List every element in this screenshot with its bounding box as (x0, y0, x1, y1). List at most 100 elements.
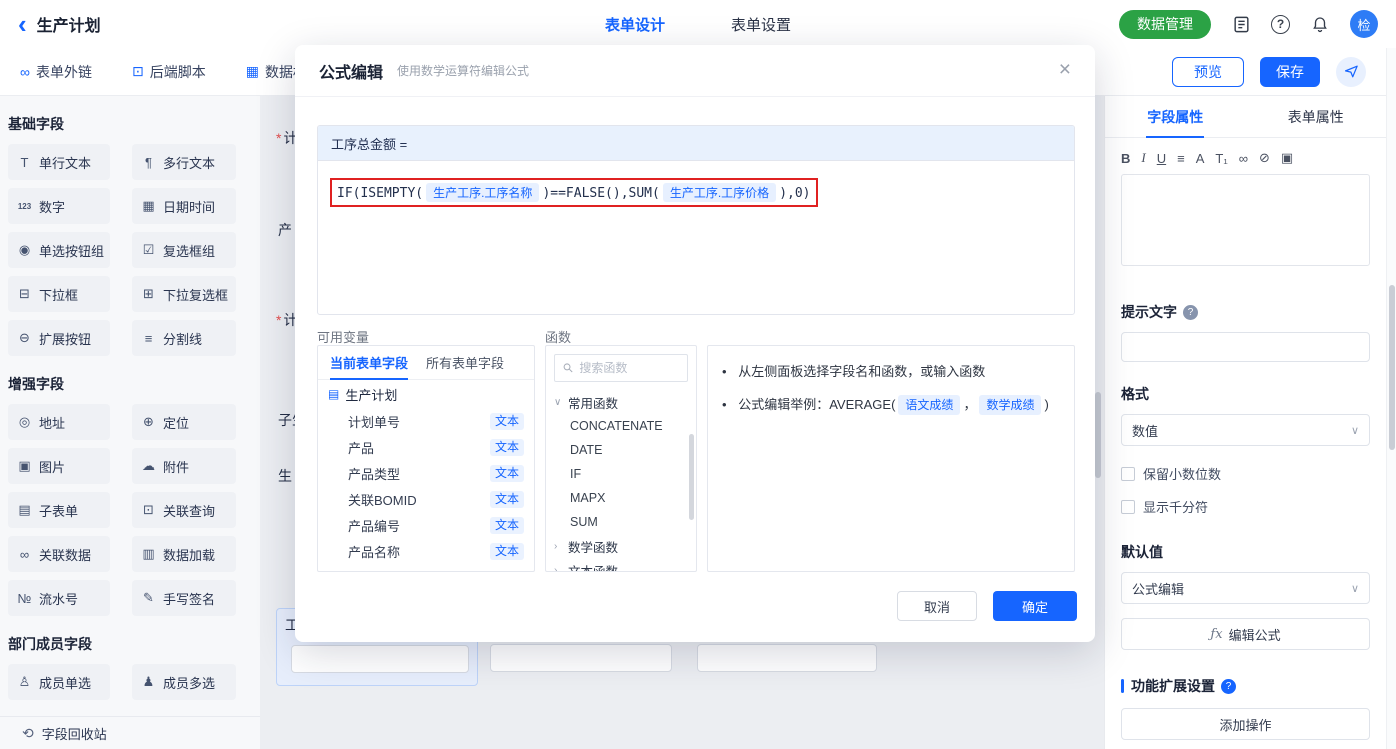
function-search (554, 354, 688, 382)
tab-field-properties[interactable]: 字段属性 (1105, 96, 1246, 137)
formula-input-area[interactable]: IF(ISEMPTY(生产工序.工序名称)==FALSE(),SUM(生产工序.… (318, 161, 1074, 224)
field-member-single[interactable]: ♙ 成员单选 (8, 664, 110, 700)
field-multi-text[interactable]: ¶ 多行文本 (132, 144, 236, 180)
field-checkbox-group[interactable]: ☑ 复选框组 (132, 232, 236, 268)
field-input[interactable] (291, 645, 469, 673)
preview-button[interactable]: 预览 (1172, 56, 1244, 87)
format-select[interactable]: 数值 ∨ (1121, 414, 1370, 446)
thousand-checkbox[interactable] (1121, 499, 1135, 514)
document-icon[interactable] (1231, 14, 1251, 34)
notification-bell-icon[interactable] (1310, 14, 1330, 34)
field-dropdown[interactable]: ⊟ 下拉框 (8, 276, 110, 312)
tab-all-form-fields[interactable]: 所有表单字段 (426, 346, 504, 379)
font-size-icon[interactable]: T₁ (1215, 151, 1227, 166)
variable-row[interactable]: 产品 文本 (318, 434, 534, 460)
share-button[interactable] (1336, 56, 1366, 87)
field-extend-button[interactable]: ⊖ 扩展按钮 (8, 320, 110, 356)
toolbar-left: ∞ 表单外链 ⊡ 后端脚本 ▦ 数据权限 (0, 62, 321, 82)
variable-row[interactable]: 关联BOMID 文本 (318, 486, 534, 512)
italic-icon[interactable]: I (1141, 150, 1145, 166)
tab-form-design[interactable]: 表单设计 (605, 14, 665, 35)
link-icon[interactable]: ∞ (1239, 151, 1248, 166)
thousand-separator-option[interactable]: 显示千分符 (1121, 497, 1370, 516)
function-search-input[interactable] (579, 361, 679, 375)
field-dropdown-multi[interactable]: ⊞ 下拉复选框 (132, 276, 236, 312)
backend-script-button[interactable]: ⊡ 后端脚本 (132, 62, 206, 82)
avatar[interactable]: 检 (1350, 10, 1378, 38)
edit-formula-button[interactable]: ƒx 编辑公式 (1121, 618, 1370, 650)
page-scrollbar-thumb[interactable] (1389, 285, 1395, 450)
hint-text-label: 提示文字 ? (1121, 302, 1370, 322)
group-text-functions[interactable]: › 文本函数 (546, 558, 696, 572)
bullet-icon: • (722, 364, 727, 379)
tab-form-properties[interactable]: 表单属性 (1246, 96, 1387, 137)
formula-code: IF(ISEMPTY( (337, 186, 424, 201)
field-recycle-bin[interactable]: ⟲ 字段回收站 (0, 716, 260, 749)
underline-icon[interactable]: U (1157, 151, 1166, 166)
group-common-functions[interactable]: ∨ 常用函数 (546, 390, 696, 414)
hint-help-icon[interactable]: ? (1183, 304, 1198, 320)
field-data-load[interactable]: ▥ 数据加载 (132, 536, 236, 572)
form-external-link-button[interactable]: ∞ 表单外链 (20, 62, 92, 82)
chevron-down-icon: ∨ (1350, 582, 1359, 595)
back-icon[interactable]: ‹ (18, 11, 27, 37)
field-label: 复选框组 (163, 243, 216, 259)
field-input[interactable] (490, 644, 672, 672)
field-member-multi[interactable]: ♟ 成员多选 (132, 664, 236, 700)
function-item-concatenate[interactable]: CONCATENATE (546, 414, 696, 438)
field-serial-number[interactable]: № 流水号 (8, 580, 110, 616)
field-location[interactable]: ⊕ 定位 (132, 404, 236, 440)
list-icon[interactable]: ≡ (1177, 151, 1185, 166)
function-item-if[interactable]: IF (546, 462, 696, 486)
function-item-mapx[interactable]: MAPX (546, 486, 696, 510)
field-address[interactable]: ◎ 地址 (8, 404, 110, 440)
variable-row[interactable]: 产品类型 文本 (318, 460, 534, 486)
field-title-editor[interactable] (1121, 174, 1370, 266)
close-icon[interactable]: × (1059, 59, 1071, 80)
recycle-bin-icon: ⟲ (22, 724, 34, 741)
field-attachment[interactable]: ☁ 附件 (132, 448, 236, 484)
variable-row[interactable]: 计划单号 文本 (318, 408, 534, 434)
variable-name: 关联BOMID (348, 492, 417, 508)
field-datetime[interactable]: ▦ 日期时间 (132, 188, 236, 224)
field-related-data[interactable]: ∞ 关联数据 (8, 536, 110, 572)
field-related-query[interactable]: ⊡ 关联查询 (132, 492, 236, 528)
keep-decimal-option[interactable]: 保留小数位数 (1121, 464, 1370, 483)
help-icon[interactable]: ? (1271, 14, 1290, 34)
field-number[interactable]: 123 数字 (8, 188, 110, 224)
field-single-text[interactable]: T 单行文本 (8, 144, 110, 180)
variable-row[interactable]: 产品编号 文本 (318, 512, 534, 538)
insert-image-icon[interactable]: ▣ (1281, 150, 1293, 166)
decimal-checkbox[interactable] (1121, 466, 1135, 481)
tab-form-settings[interactable]: 表单设置 (731, 14, 791, 35)
function-item-date[interactable]: DATE (546, 438, 696, 462)
function-item-sum[interactable]: SUM (546, 510, 696, 534)
confirm-button[interactable]: 确定 (993, 591, 1077, 621)
field-label: 关联查询 (163, 503, 216, 519)
form-tree-root[interactable]: ▤ 生产计划 (318, 380, 534, 408)
variable-row[interactable]: 产品名称 文本 (318, 538, 534, 564)
tab-current-form-fields[interactable]: 当前表单字段 (330, 346, 409, 380)
field-input[interactable] (697, 644, 877, 672)
cancel-button[interactable]: 取消 (897, 591, 977, 621)
field-label: 分割线 (163, 331, 203, 347)
add-action-button[interactable]: 添加操作 (1121, 708, 1370, 740)
canvas-scrollbar[interactable] (1095, 392, 1101, 478)
field-image[interactable]: ▣ 图片 (8, 448, 110, 484)
field-divider[interactable]: ≡ 分割线 (132, 320, 236, 356)
variable-name: 产品名称 (348, 544, 401, 560)
field-signature[interactable]: ✎ 手写签名 (132, 580, 236, 616)
extension-help-icon[interactable]: ? (1221, 678, 1236, 694)
functions-scrollbar-thumb[interactable] (689, 434, 694, 520)
default-value-select[interactable]: 公式编辑 ∨ (1121, 572, 1370, 604)
hint-text-input[interactable] (1121, 332, 1370, 362)
field-subform[interactable]: ▤ 子表单 (8, 492, 110, 528)
group-math-functions[interactable]: › 数学函数 (546, 534, 696, 558)
bold-icon[interactable]: B (1121, 151, 1130, 166)
data-manage-button[interactable]: 数据管理 (1119, 9, 1211, 39)
font-color-icon[interactable]: A (1196, 151, 1205, 166)
field-radio-group[interactable]: ◉ 单选按钮组 (8, 232, 110, 268)
save-button[interactable]: 保存 (1260, 56, 1320, 87)
page-scrollbar (1386, 48, 1396, 749)
unlink-icon[interactable]: ⊘ (1259, 150, 1270, 166)
